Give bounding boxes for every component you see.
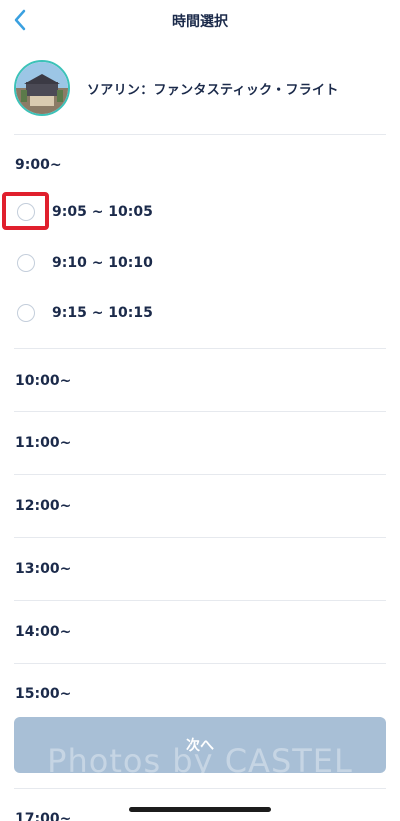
radio-button[interactable]	[17, 254, 35, 272]
hour-label-10[interactable]: 10:00~	[15, 373, 71, 389]
home-indicator	[129, 807, 271, 812]
hour-label-13[interactable]: 13:00~	[15, 561, 71, 577]
divider	[14, 411, 386, 412]
time-slot[interactable]: 9:10 ~ 10:10	[14, 248, 314, 278]
divider	[14, 600, 386, 601]
watermark: Photos by CASTEL	[47, 742, 353, 780]
attraction-info: ソアリン：ファンタスティック・フライト	[14, 60, 386, 116]
time-slot-label: 9:10 ~ 10:10	[52, 255, 153, 271]
hour-label-9[interactable]: 9:00~	[15, 157, 62, 173]
time-slot-label: 9:15 ~ 10:15	[52, 305, 153, 321]
divider	[14, 788, 386, 789]
divider	[14, 348, 386, 349]
time-slot-label: 9:05 ~ 10:05	[52, 204, 153, 220]
radio-button[interactable]	[17, 304, 35, 322]
page-title: 時間選択	[172, 14, 228, 30]
time-slot[interactable]: 9:05 ~ 10:05	[14, 197, 314, 227]
divider	[14, 663, 386, 664]
attraction-image	[14, 60, 70, 116]
divider	[14, 537, 386, 538]
divider	[14, 474, 386, 475]
divider	[14, 134, 386, 135]
hour-label-17[interactable]: 17:00~	[15, 811, 71, 821]
header: 時間選択	[0, 0, 400, 44]
hour-label-14[interactable]: 14:00~	[15, 624, 71, 640]
hour-label-15[interactable]: 15:00~	[15, 686, 71, 702]
time-slot[interactable]: 9:15 ~ 10:15	[14, 298, 314, 328]
attraction-name: ソアリン：ファンタスティック・フライト	[87, 82, 339, 98]
hour-label-11[interactable]: 11:00~	[15, 435, 71, 451]
hour-label-12[interactable]: 12:00~	[15, 498, 71, 514]
highlight-box	[2, 192, 49, 230]
